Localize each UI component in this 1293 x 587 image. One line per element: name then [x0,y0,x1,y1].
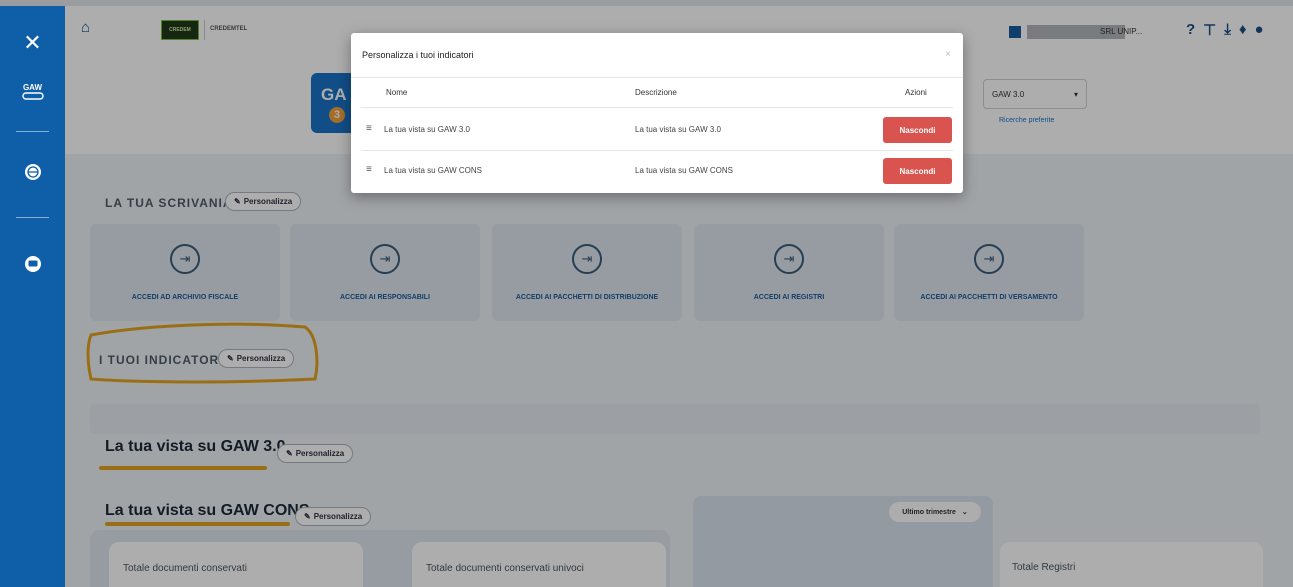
sidebar-divider [16,217,49,218]
pencil-icon: ✎ [304,512,311,521]
drag-handle-icon[interactable]: ≡ [366,123,372,134]
highlight-underline [99,466,267,470]
chevron-down-icon: ⌄ [961,509,968,516]
saved-searches-link[interactable]: Ricerche preferite [999,117,1054,124]
enter-icon: ⇥ [572,244,602,274]
tile-label: ACCEDI AI PACCHETTI DI VERSAMENTO [920,294,1058,301]
brand-badge: CREDEM [161,20,199,40]
pencil-icon: ✎ [286,449,293,458]
gaw-logo[interactable]: GAW [0,80,65,104]
building-icon [1009,26,1021,38]
kpi-card-unique: Totale documenti conservati univoci [412,542,666,587]
table-divider [361,150,953,151]
table-divider [361,107,953,108]
tile-archivio-fiscale[interactable]: ⇥ ACCEDI AD ARCHIVIO FISCALE [90,224,280,321]
period-select[interactable]: Ultimo trimestre ⌄ [889,502,981,522]
view-gawcons-customize-button[interactable]: ✎ Personalizza [295,507,372,526]
tile-label: ACCEDI AI RESPONSABILI [340,294,430,301]
chevron-down-icon: ▾ [1073,89,1078,99]
home-icon[interactable]: ⌂ [81,19,90,36]
enter-icon: ⇥ [170,244,200,274]
app-window: ✕ GAW ⌂ CREDEM CREDEMTEL GA 3 SRL UNIP..… [0,0,1293,587]
row-description: La tua vista su GAW CONS [635,166,733,175]
kpi-card-registri: Totale Registri [1000,542,1263,587]
hide-button[interactable]: Nascondi [883,158,952,184]
enter-icon: ⇥ [370,244,400,274]
pencil-icon: ✎ [234,197,241,206]
customize-indicators-modal: Personalizza i tuoi indicatori × Nome De… [351,33,963,193]
gaw-app-logo-badge: 3 [329,107,345,123]
chat-icon[interactable] [0,252,65,276]
brand-divider [204,20,205,40]
row-description: La tua vista su GAW 3.0 [635,125,721,134]
column-header-name: Nome [386,88,408,97]
brand-name: CREDEMTEL [210,26,248,32]
download-icon[interactable]: ⤓ [1224,21,1231,39]
tile-pacchetti-distribuzione[interactable]: ⇥ ACCEDI AI PACCHETTI DI DISTRIBUZIONE [492,224,682,321]
gaw-app-logo-text: GA [321,85,347,104]
company-name[interactable]: SRL UNIP... [1100,27,1142,36]
view-gaw30-title: La tua vista su GAW 3.0 [105,438,286,455]
separator-band [90,404,1260,434]
modal-title: Personalizza i tuoi indicatori [362,50,474,60]
notification-icon[interactable]: ♦ [1239,21,1247,39]
drag-handle-icon[interactable]: ≡ [366,164,372,175]
user-icon[interactable]: ● [1255,21,1264,39]
view-gawcons-customize-label: Personalizza [313,512,363,521]
header-actions: ? ⊤ ⤓ ♦ ● [1186,21,1264,39]
archive-select-value: GAW 3.0 [992,89,1025,99]
close-icon[interactable]: × [945,49,951,60]
kpi-card-label: Totale documenti conservati univoci [426,563,584,574]
highlight-underline [105,522,290,526]
hide-button[interactable]: Nascondi [883,117,952,143]
archive-select[interactable]: GAW 3.0 ▾ [983,79,1087,109]
desk-title: LA TUA SCRIVANIA [105,196,233,210]
kpi-card-label: Totale documenti conservati [123,563,247,574]
column-header-description: Descrizione [635,88,677,97]
view-gaw30-customize-label: Personalizza [295,449,345,458]
gaw-logo-icon [21,92,44,100]
help-icon[interactable]: ? [1186,21,1195,39]
kpi-card-total: Totale documenti conservati [109,542,363,587]
tile-responsabili[interactable]: ⇥ ACCEDI AI RESPONSABILI [290,224,480,321]
tile-label: ACCEDI AD ARCHIVIO FISCALE [131,294,239,301]
tile-label: ACCEDI AI PACCHETTI DI DISTRIBUZIONE [515,294,659,301]
modal-divider [351,77,963,78]
view-gawcons-title: La tua vista su GAW CONS [105,502,310,519]
enter-icon: ⇥ [974,244,1004,274]
sidebar: ✕ GAW [0,6,65,587]
desk-customize-button[interactable]: ✎ Personalizza [225,192,302,211]
close-icon[interactable]: ✕ [0,28,65,58]
highlight-box [86,322,319,384]
column-header-actions: Azioni [905,88,927,97]
tile-label: ACCEDI AI REGISTRI [753,294,825,301]
filter-icon[interactable]: ⊤ [1203,21,1216,39]
tile-registri[interactable]: ⇥ ACCEDI AI REGISTRI [694,224,884,321]
view-gaw30-customize-button[interactable]: ✎ Personalizza [277,444,354,463]
tile-pacchetti-versamento[interactable]: ⇥ ACCEDI AI PACCHETTI DI VERSAMENTO [894,224,1084,321]
kpi-card-label: Totale Registri [1012,562,1076,573]
period-select-value: Ultimo trimestre [902,508,956,516]
globe-icon[interactable] [0,160,65,184]
desk-customize-label: Personalizza [243,197,293,206]
row-name: La tua vista su GAW 3.0 [384,125,470,134]
sidebar-divider [16,131,49,132]
gaw-logo-text: GAW [22,83,43,92]
row-name: La tua vista su GAW CONS [384,166,482,175]
enter-icon: ⇥ [774,244,804,274]
